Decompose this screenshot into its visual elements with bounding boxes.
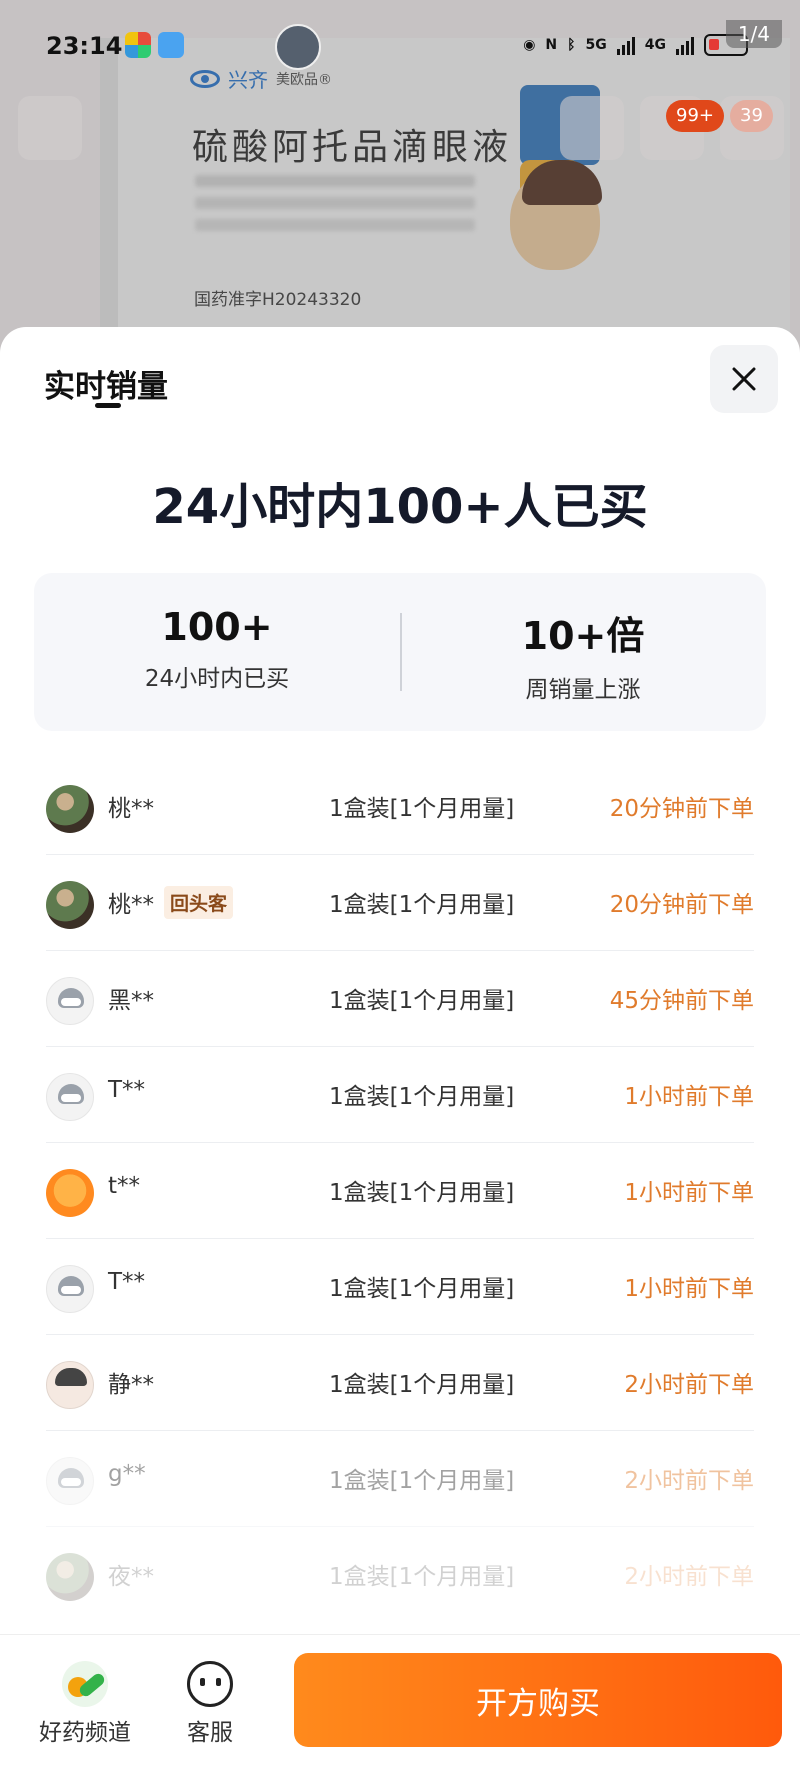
stats-card: 100+ 24小时内已买 10+倍 周销量上涨 [34,573,766,731]
list-item: T** 1盒装[1个月用量] 1小时前下单 [46,1239,754,1335]
buyer-name: T** [108,1269,146,1295]
customer-service-button[interactable]: 客服 [170,1661,250,1747]
good-medicine-channel-button[interactable]: 好药频道 [30,1661,140,1747]
tab-realtime-sales[interactable]: 实时销量 [44,361,168,406]
sales-headline: 24小时内100+人已买 [152,479,648,535]
stat-24h: 100+ 24小时内已买 [34,573,400,731]
stat-value: 100+ [161,605,273,649]
avatar [46,977,94,1025]
order-time: 45分钟前下单 [609,988,754,1014]
avatar [46,1073,94,1121]
buyer-name: 桃** [108,892,154,918]
buyer-name: 桃** [108,796,154,822]
order-spec: 1盒装[1个月用量] [329,1084,515,1110]
list-item: T** 1盒装[1个月用量] 1小时前下单 [46,1047,754,1143]
order-list[interactable]: 桃** 1盒装[1个月用量] 20分钟前下单 桃** 回头客 1盒装[1个月用量… [46,759,754,1623]
order-time: 1小时前下单 [624,1180,754,1206]
list-item: 静** 1盒装[1个月用量] 2小时前下单 [46,1335,754,1431]
message-badge: 39 [730,100,773,132]
tab-indicator [95,403,121,408]
stat-value: 10+倍 [521,614,645,658]
stat-label: 24小时内已买 [144,666,290,692]
order-spec: 1盒装[1个月用量] [329,892,515,918]
sales-sheet: 实时销量 24小时内100+人已买 100+ 24小时内已买 10+倍 周销量上… [0,327,800,1765]
clock: 23:14 [46,32,123,60]
channel-label: 好药频道 [39,1720,131,1746]
network-5g-label: 5G [585,37,607,53]
stat-weekly: 10+倍 周销量上涨 [400,573,766,731]
avatar [46,1553,94,1601]
status-icons: ◉ N ᛒ 5G 4G [523,34,748,56]
prescription-buy-button[interactable]: 开方购买 [294,1653,782,1747]
list-item: 夜** 1盒装[1个月用量] 2小时前下单 [46,1527,754,1623]
buyer-name: 静** [108,1372,154,1398]
order-time: 2小时前下单 [624,1468,754,1494]
status-bar: 23:14 ◉ N ᛒ 5G 4G 1/4 [0,20,800,70]
close-icon [732,367,756,391]
buyer-name: t** [108,1173,141,1199]
order-spec: 1盒装[1个月用量] [329,1564,515,1590]
order-time: 20分钟前下单 [609,796,754,822]
weather-notification-icon [158,32,184,58]
buyer-name: g** [108,1461,146,1487]
customer-service-icon [187,1661,233,1707]
buyer-name: 夜** [108,1564,154,1590]
signal-icon [616,35,635,55]
signal-icon-2 [676,35,694,55]
medicine-channel-icon [62,1661,108,1707]
back-button[interactable] [18,96,82,160]
order-time: 2小时前下单 [624,1564,754,1590]
share-button[interactable] [560,96,624,160]
cart-badge: 99+ [666,100,724,132]
order-time: 1小时前下单 [624,1276,754,1302]
list-item: 桃** 回头客 1盒装[1个月用量] 20分钟前下单 [46,855,754,951]
buyer-name: T** [108,1077,146,1103]
order-time: 1小时前下单 [624,1084,754,1110]
app-notification-icon [125,32,151,58]
order-spec: 1盒装[1个月用量] [329,1372,515,1398]
service-label: 客服 [187,1720,233,1746]
avatar [46,1457,94,1505]
avatar [46,785,94,833]
order-time: 2小时前下单 [624,1372,754,1398]
order-spec: 1盒装[1个月用量] [329,988,515,1014]
list-item: g** 1盒装[1个月用量] 2小时前下单 [46,1431,754,1527]
network-4g-label: 4G [644,37,666,53]
avatar [46,1265,94,1313]
order-time: 20分钟前下单 [609,892,754,918]
avatar [46,1169,94,1217]
list-item: t** 1盒装[1个月用量] 1小时前下单 [46,1143,754,1239]
nfc-icon: N [545,37,558,53]
order-spec: 1盒装[1个月用量] [329,1468,515,1494]
floating-avatar[interactable] [275,24,321,70]
order-spec: 1盒装[1个月用量] [329,796,515,822]
image-page-indicator: 1/4 [725,20,782,48]
bluetooth-icon: ᛒ [567,37,576,53]
list-item: 黑** 1盒装[1个月用量] 45分钟前下单 [46,951,754,1047]
bottom-action-bar: 好药频道 客服 开方购买 [0,1634,800,1765]
returning-customer-badge: 回头客 [164,885,234,919]
avatar [46,881,94,929]
order-spec: 1盒装[1个月用量] [329,1276,515,1302]
close-button[interactable] [710,345,778,413]
stat-label: 周销量上涨 [525,677,641,703]
eye-comfort-icon: ◉ [523,37,536,53]
list-item: 桃** 1盒装[1个月用量] 20分钟前下单 [46,759,754,855]
order-spec: 1盒装[1个月用量] [329,1180,515,1206]
avatar [46,1361,94,1409]
buyer-name: 黑** [108,988,154,1014]
